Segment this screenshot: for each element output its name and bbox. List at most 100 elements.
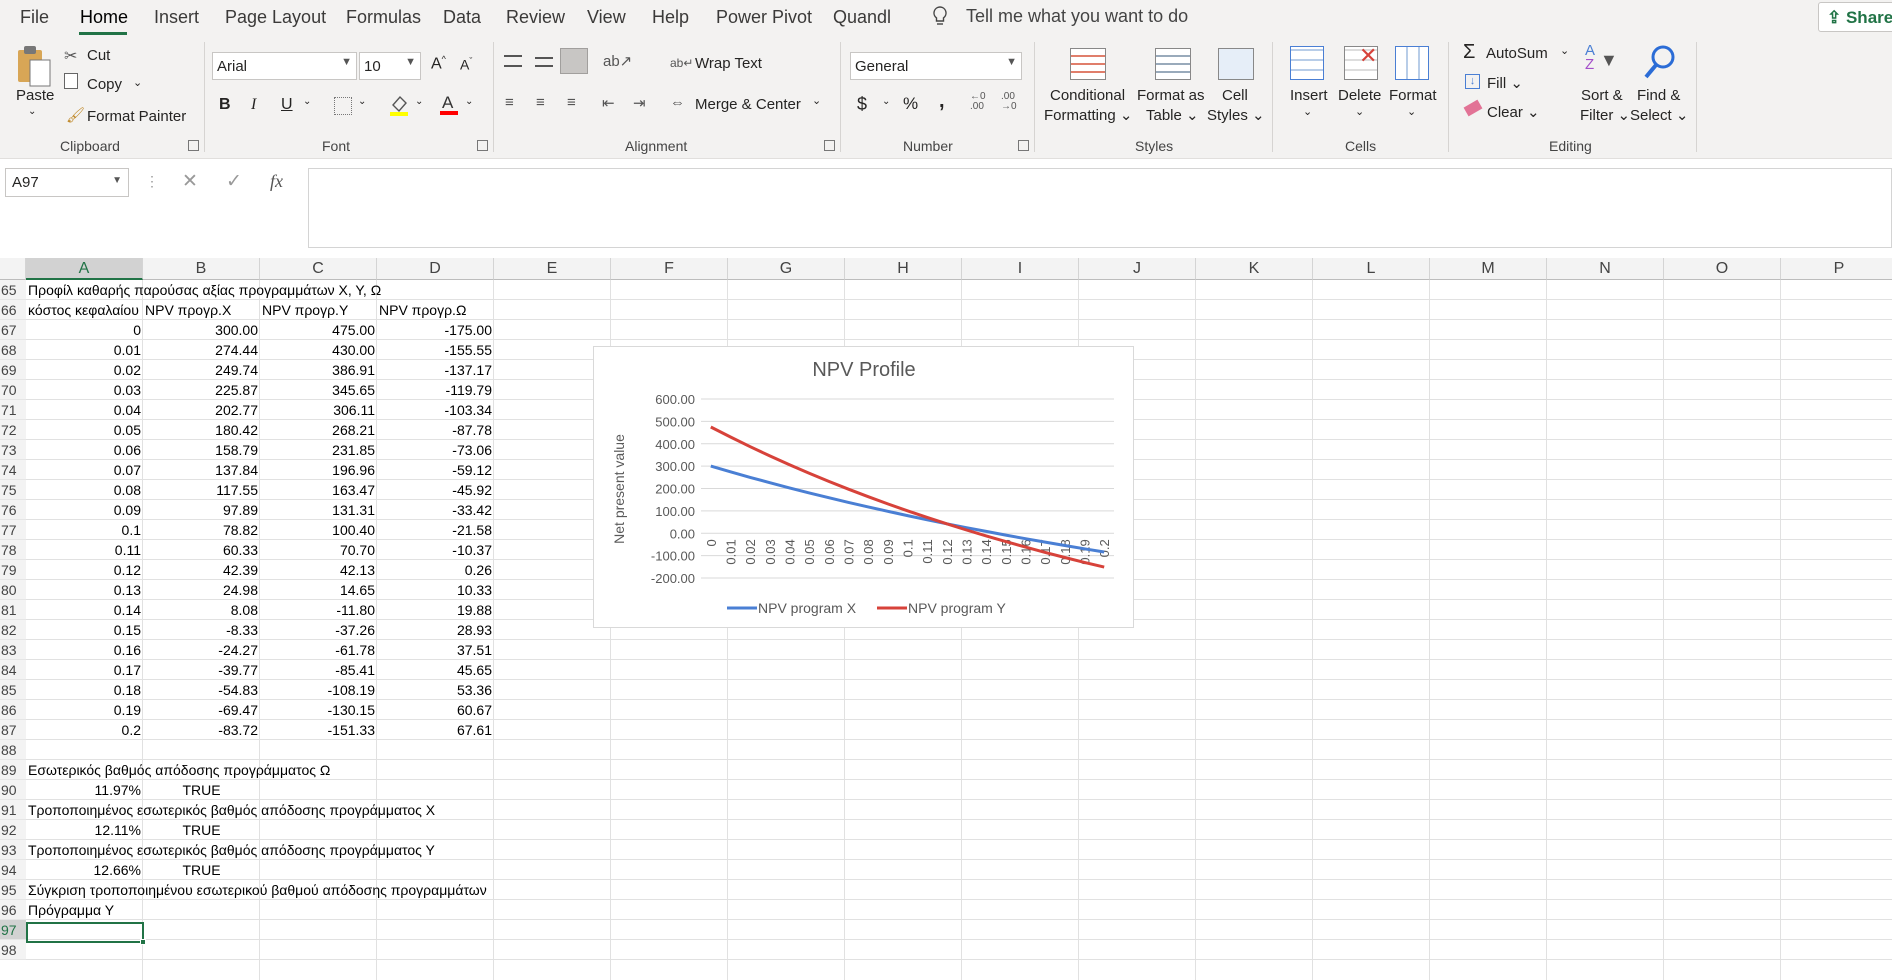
row-header[interactable]: 90: [0, 780, 26, 800]
cut-button[interactable]: Cut: [87, 47, 110, 64]
cell-b88[interactable]: [143, 740, 260, 760]
enter-icon[interactable]: ✓: [226, 170, 242, 193]
column-header-p[interactable]: P: [1781, 258, 1892, 280]
row-header[interactable]: 81: [0, 600, 26, 620]
column-header-f[interactable]: F: [611, 258, 728, 280]
tab-formulas[interactable]: Formulas: [346, 7, 421, 28]
row-header[interactable]: 77: [0, 520, 26, 540]
tab-help[interactable]: Help: [652, 7, 689, 28]
cell-b83[interactable]: -24.27: [143, 640, 260, 660]
row-header[interactable]: 84: [0, 660, 26, 680]
cell-c88[interactable]: [260, 740, 377, 760]
align-top-icon[interactable]: [504, 55, 522, 67]
wrap-text-button[interactable]: Wrap Text: [695, 55, 762, 72]
cell-c79[interactable]: 42.13: [260, 560, 377, 580]
cell-b92[interactable]: TRUE: [143, 820, 260, 840]
cell-a76[interactable]: 0.09: [26, 500, 143, 520]
row-header[interactable]: 72: [0, 420, 26, 440]
cell-c92[interactable]: [260, 820, 377, 840]
align-right-icon[interactable]: ≡: [567, 94, 576, 111]
cell-a69[interactable]: 0.02: [26, 360, 143, 380]
column-header-c[interactable]: C: [260, 258, 377, 280]
conditional-formatting-button[interactable]: Conditional: [1050, 87, 1125, 104]
cell-c90[interactable]: [260, 780, 377, 800]
percent-button[interactable]: %: [903, 94, 918, 114]
decrease-font-icon[interactable]: Aˇ: [460, 56, 472, 73]
cell-b66[interactable]: NPV προγρ.Χ: [143, 300, 260, 320]
cell-c91[interactable]: [260, 800, 377, 820]
cell-d91[interactable]: [377, 800, 494, 820]
cell-a78[interactable]: 0.11: [26, 540, 143, 560]
row-header[interactable]: 67: [0, 320, 26, 340]
cell-a95[interactable]: Σύγκριση τροποποιημένου εσωτερικού βαθμο…: [26, 880, 487, 900]
cell-b68[interactable]: 274.44: [143, 340, 260, 360]
cell-b90[interactable]: TRUE: [143, 780, 260, 800]
comma-button[interactable]: ,: [939, 90, 945, 113]
cell-c83[interactable]: -61.78: [260, 640, 377, 660]
row-header[interactable]: 97: [0, 920, 26, 940]
cell-a65[interactable]: Προφίλ καθαρής παρούσας αξίας προγραμμάτ…: [26, 280, 381, 300]
align-bottom-icon[interactable]: [560, 48, 588, 74]
decrease-indent-icon[interactable]: ⇤: [602, 94, 615, 112]
cell-b96[interactable]: [143, 900, 260, 920]
cell-d81[interactable]: 19.88: [377, 600, 494, 620]
cell-d73[interactable]: -73.06: [377, 440, 494, 460]
row-header[interactable]: 79: [0, 560, 26, 580]
column-header-l[interactable]: L: [1313, 258, 1430, 280]
format-cells-button[interactable]: Format: [1389, 87, 1437, 104]
cell-d65[interactable]: [377, 280, 494, 300]
cell-a79[interactable]: 0.12: [26, 560, 143, 580]
cell-b85[interactable]: -54.83: [143, 680, 260, 700]
cell-b70[interactable]: 225.87: [143, 380, 260, 400]
active-cell-selection[interactable]: [26, 922, 144, 943]
cell-d71[interactable]: -103.34: [377, 400, 494, 420]
alignment-launcher[interactable]: [824, 140, 835, 151]
row-header[interactable]: 89: [0, 760, 26, 780]
font-name-dropdown[interactable]: Arial ▼: [212, 52, 357, 80]
cell-c98[interactable]: [260, 940, 377, 960]
column-header-o[interactable]: O: [1664, 258, 1781, 280]
cell-d93[interactable]: [377, 840, 494, 860]
clear-button[interactable]: Clear ⌄: [1487, 103, 1540, 121]
cell-d72[interactable]: -87.78: [377, 420, 494, 440]
cell-d70[interactable]: -119.79: [377, 380, 494, 400]
cancel-icon[interactable]: ✕: [182, 170, 198, 193]
cell-b67[interactable]: 300.00: [143, 320, 260, 340]
font-size-dropdown[interactable]: 10 ▼: [359, 52, 421, 80]
column-header-a[interactable]: A: [26, 258, 143, 280]
cell-d90[interactable]: [377, 780, 494, 800]
select-all-corner[interactable]: [0, 258, 26, 280]
row-header[interactable]: 71: [0, 400, 26, 420]
cell-c82[interactable]: -37.26: [260, 620, 377, 640]
cell-b97[interactable]: [143, 920, 260, 940]
cell-d83[interactable]: 37.51: [377, 640, 494, 660]
column-header-k[interactable]: K: [1196, 258, 1313, 280]
cell-a83[interactable]: 0.16: [26, 640, 143, 660]
tab-data[interactable]: Data: [443, 7, 481, 28]
format-as-table-button-line2[interactable]: Table ⌄: [1146, 106, 1199, 124]
cell-a73[interactable]: 0.06: [26, 440, 143, 460]
increase-font-icon[interactable]: A^: [431, 54, 446, 73]
cell-a75[interactable]: 0.08: [26, 480, 143, 500]
cell-b84[interactable]: -39.77: [143, 660, 260, 680]
chevron-down-icon[interactable]: ⌄: [415, 96, 423, 107]
cell-d97[interactable]: [377, 920, 494, 940]
cell-b75[interactable]: 117.55: [143, 480, 260, 500]
cell-a67[interactable]: 0: [26, 320, 143, 340]
column-header-j[interactable]: J: [1079, 258, 1196, 280]
row-header[interactable]: 87: [0, 720, 26, 740]
cell-a86[interactable]: 0.19: [26, 700, 143, 720]
row-header[interactable]: 85: [0, 680, 26, 700]
column-header-e[interactable]: E: [494, 258, 611, 280]
cell-c94[interactable]: [260, 860, 377, 880]
cell-b81[interactable]: 8.08: [143, 600, 260, 620]
cell-d96[interactable]: [377, 900, 494, 920]
cell-a90[interactable]: 11.97%: [26, 780, 143, 800]
cell-b73[interactable]: 158.79: [143, 440, 260, 460]
cell-a74[interactable]: 0.07: [26, 460, 143, 480]
row-header[interactable]: 92: [0, 820, 26, 840]
cell-c96[interactable]: [260, 900, 377, 920]
cell-c80[interactable]: 14.65: [260, 580, 377, 600]
chevron-down-icon[interactable]: ⌄: [1303, 105, 1312, 118]
cell-a92[interactable]: 12.11%: [26, 820, 143, 840]
